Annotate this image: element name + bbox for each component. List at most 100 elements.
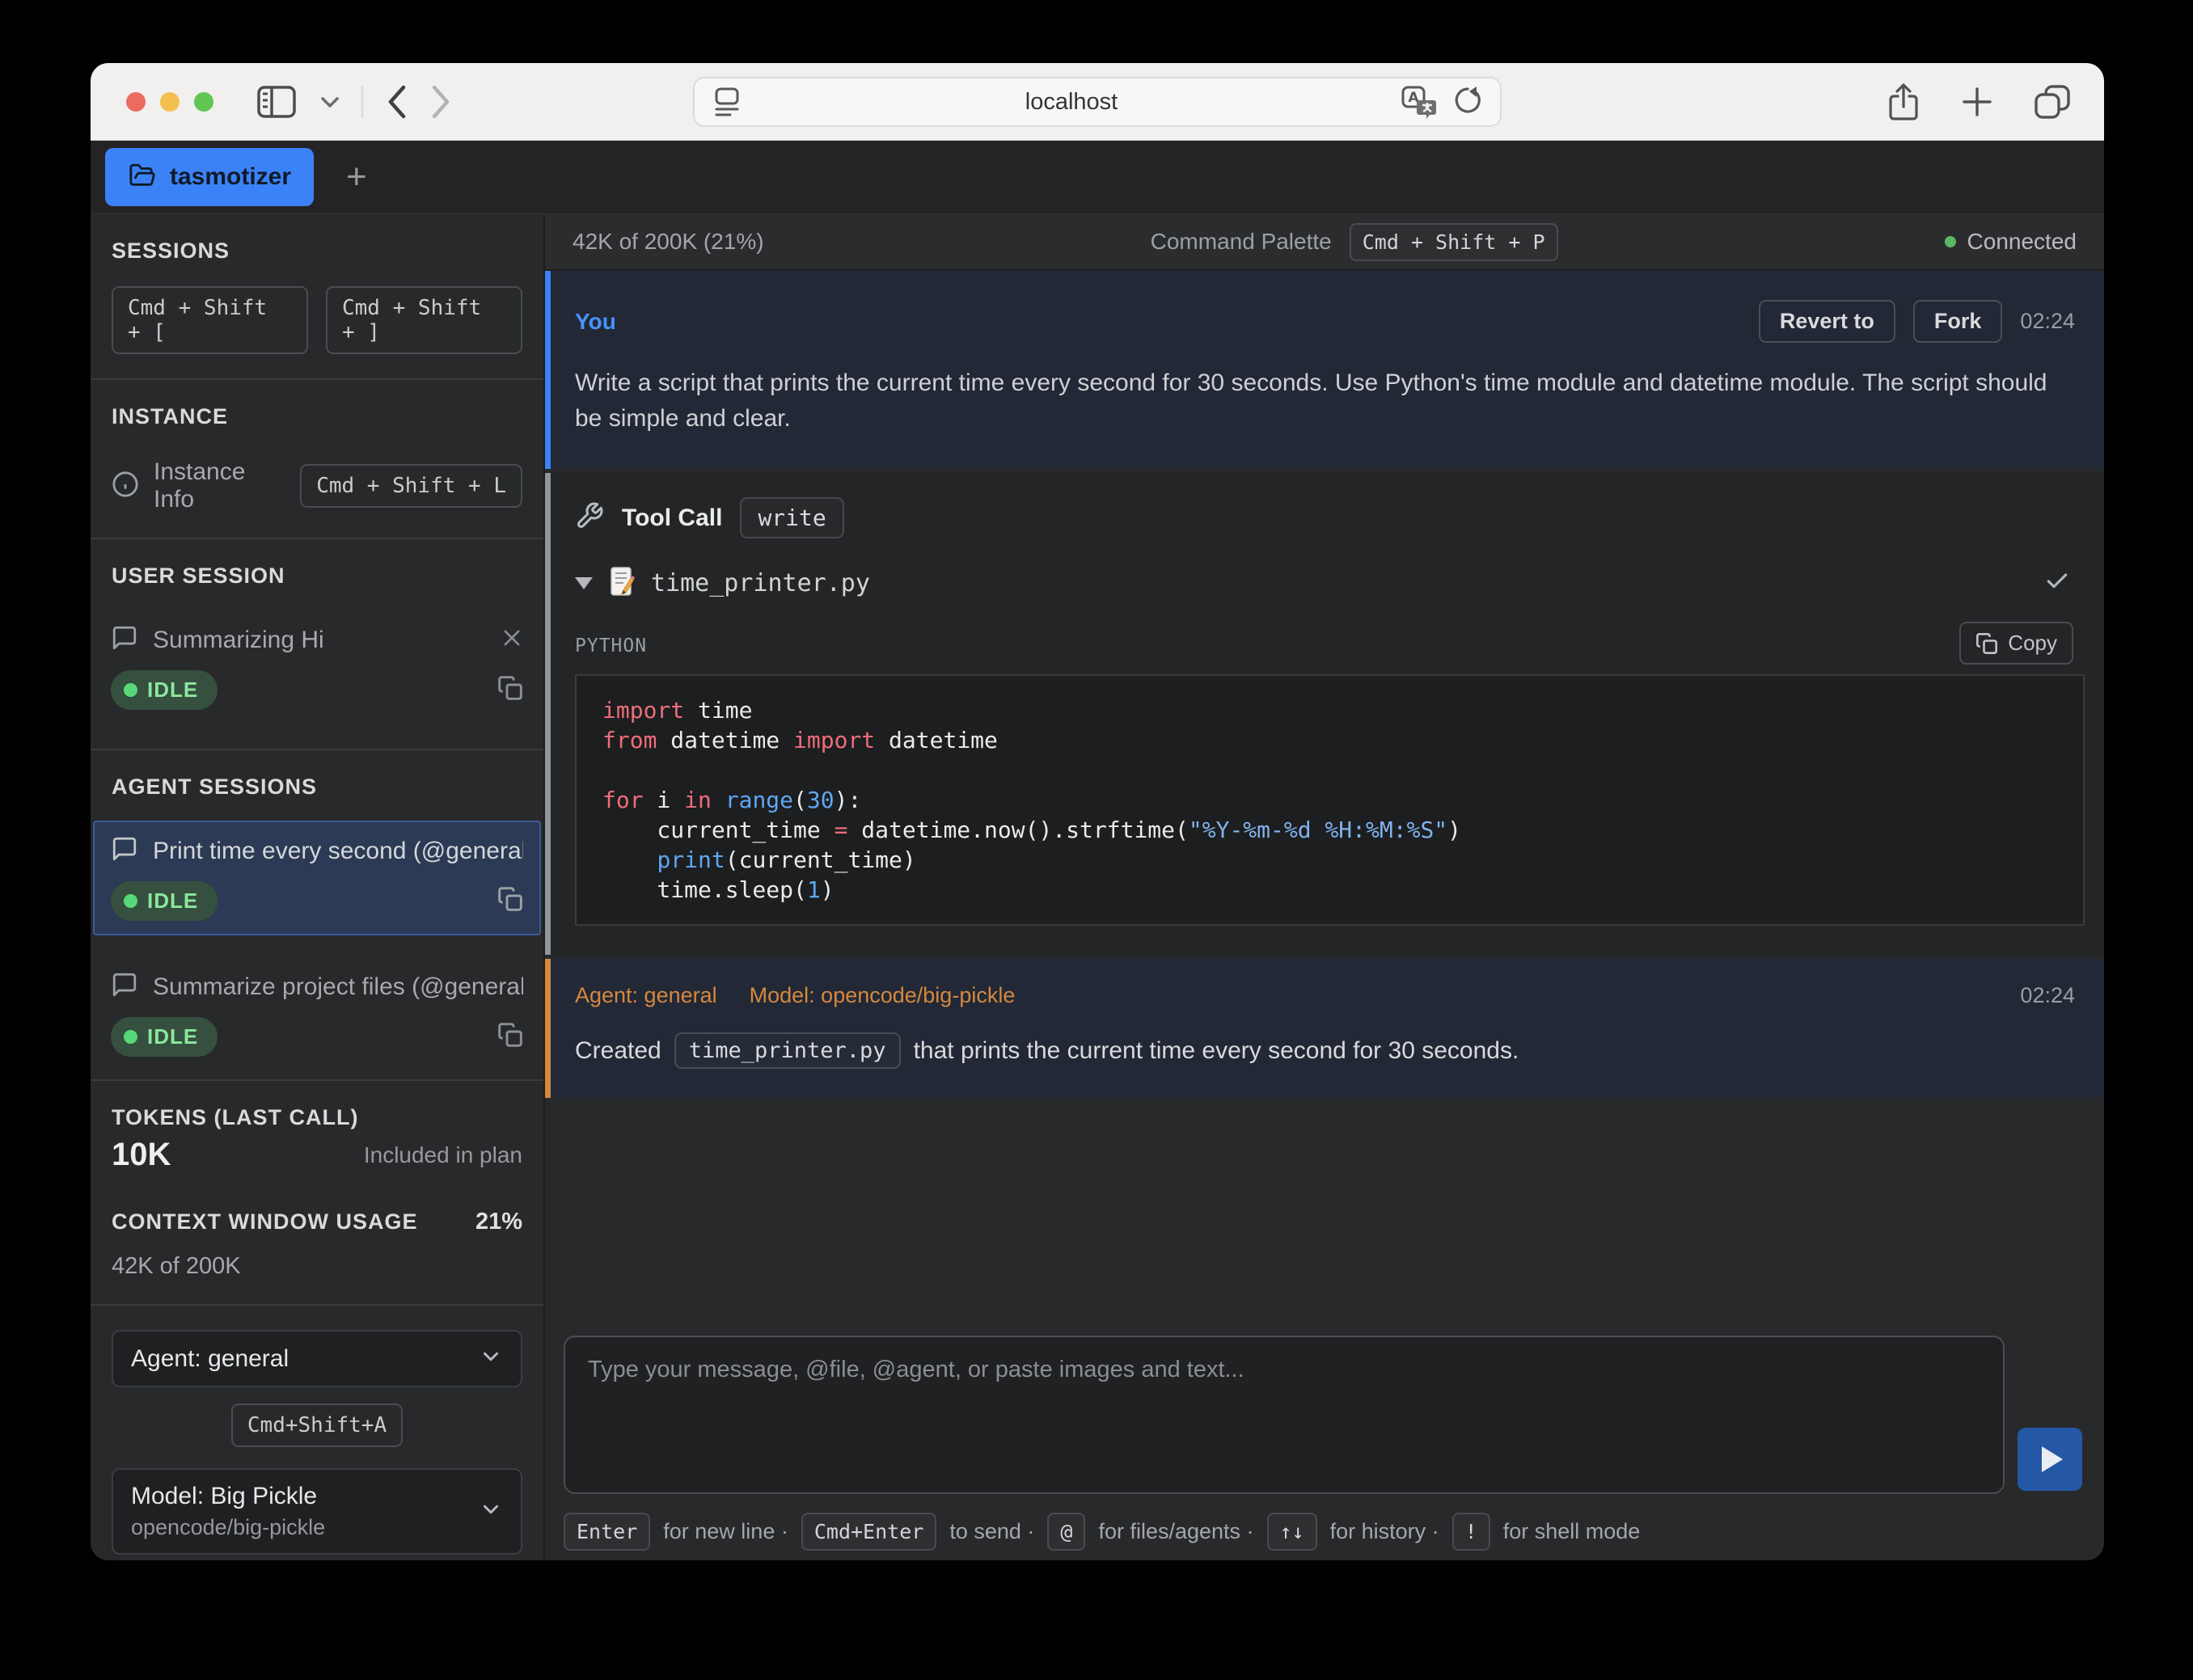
message-input[interactable]: Type your message, @file, @agent, or pas… [564,1336,2005,1494]
fork-button[interactable]: Fork [1913,300,2003,343]
enter-kbd: Enter [564,1513,650,1551]
tokens-section: TOKENS (LAST CALL) 10K Included in plan … [91,1079,543,1304]
info-icon [112,471,139,502]
minimize-window-button[interactable] [160,92,180,112]
sidebar: SESSIONS Cmd + Shift + [ Cmd + Shift + ]… [91,214,545,1560]
zoom-window-button[interactable] [194,92,213,112]
screen: localhost A [0,0,2193,1680]
selectors-section: Agent: general Cmd+Shift+A Model: Big Pi… [91,1304,543,1560]
model-name: Model: opencode/big-pickle [750,983,1016,1008]
context-usage-text: 42K of 200K (21%) [573,229,764,255]
tab-tasmotizer[interactable]: tasmotizer [105,148,314,206]
message-time: 02:24 [2020,309,2075,334]
content: SESSIONS Cmd + Shift + [ Cmd + Shift + ]… [91,214,2104,1560]
tokens-note: Included in plan [364,1142,522,1168]
command-palette[interactable]: Command Palette Cmd + Shift + P [1151,223,1558,261]
collapse-triangle-icon[interactable] [575,577,593,589]
connection-status: Connected [1945,229,2077,255]
session-title[interactable]: Summarizing Hi [153,627,486,654]
main-topbar: 42K of 200K (21%) Command Palette Cmd + … [545,214,2104,271]
agent-select[interactable]: Agent: general [112,1330,522,1387]
chrome-nav [256,81,454,123]
next-session-kbd: Cmd + Shift + ] [326,286,522,354]
main-panel: 42K of 200K (21%) Command Palette Cmd + … [545,214,2104,1560]
sidebar-chevron-down-icon[interactable] [319,95,340,109]
folder-open-icon [128,162,157,193]
agent-sessions-header: AGENT SESSIONS [112,775,522,800]
model-select-sub: opencode/big-pickle [131,1515,479,1540]
history-kbd: ↑↓ [1267,1513,1317,1551]
context-header: CONTEXT WINDOW USAGE [112,1209,418,1235]
idle-dot [124,1030,137,1044]
message-author: You [575,309,616,335]
code-language-label: PYTHON [575,635,647,665]
tab-label: tasmotizer [170,163,291,191]
check-icon [2044,568,2070,598]
file-row[interactable]: time_printer.py [575,566,2085,601]
chat-bubble-icon [111,624,138,656]
revert-button[interactable]: Revert to [1759,300,1895,343]
user-session-header: USER SESSION [112,564,522,589]
back-button[interactable] [384,83,408,120]
copy-code-button[interactable]: Copy [1959,622,2073,665]
forward-button[interactable] [429,83,454,120]
new-tab-icon[interactable] [1960,85,1994,119]
agent-select-kbd: Cmd+Shift+A [231,1404,403,1447]
reader-icon[interactable] [711,85,743,119]
prev-session-kbd: Cmd + Shift + [ [112,286,308,354]
send-icon [2042,1446,2063,1472]
message-time: 02:24 [2020,983,2075,1008]
sessions-section: SESSIONS Cmd + Shift + [ Cmd + Shift + ] [91,214,543,378]
chrome-separator [361,86,363,118]
session-title[interactable]: Print time every second (@general su... [153,838,523,865]
file-chip[interactable]: time_printer.py [674,1032,901,1069]
user-session-section: USER SESSION Summarizing Hi [91,538,543,749]
agent-select-label: Agent: general [131,1345,479,1373]
url-text[interactable]: localhost [743,89,1400,116]
instance-info-kbd: Cmd + Shift + L [300,464,522,508]
translate-icon[interactable]: A [1400,84,1437,120]
browser-chrome: localhost A [91,63,2104,141]
user-message: You Revert to Fork 02:24 Write a script … [545,271,2104,469]
share-icon[interactable] [1886,82,1921,122]
close-icon[interactable] [501,627,523,653]
agent-message-text: Created time_printer.py that prints the … [575,1032,2075,1069]
chevron-down-icon [479,1344,503,1373]
chat-bubble-icon [111,835,138,867]
copy-session-icon[interactable] [497,1022,523,1052]
sidebar-toggle-icon[interactable] [256,84,298,120]
app-tab-bar: tasmotizer + [91,141,2104,214]
copy-session-icon[interactable] [497,675,523,705]
close-window-button[interactable] [126,92,146,112]
instance-header: INSTANCE [112,404,522,429]
copy-session-icon[interactable] [497,886,523,916]
composer: Type your message, @file, @agent, or pas… [545,1323,2104,1560]
list-item-agent-session-0[interactable]: Print time every second (@general su... … [93,821,541,935]
chat-area: You Revert to Fork 02:24 Write a script … [545,271,2104,1323]
tokens-value: 10K [112,1137,171,1173]
instance-info-label[interactable]: Instance Info [154,458,285,513]
list-item-agent-session-1[interactable]: Summarize project files (@general sub...… [93,956,541,1071]
chat-bubble-icon [111,971,138,1003]
instance-section: INSTANCE Instance Info Cmd + Shift + L [91,378,543,538]
code-block: import timefrom datetime import datetime… [575,674,2085,926]
at-kbd: @ [1047,1513,1085,1551]
wrench-icon [575,501,604,534]
list-item-user-session[interactable]: Summarizing Hi IDLE [93,610,541,724]
status-badge: IDLE [111,881,218,921]
address-bar[interactable]: localhost A [693,77,1502,127]
composer-hints: Enter for new line · Cmd+Enter to send ·… [564,1512,2082,1551]
model-select[interactable]: Model: Big Pickle opencode/big-pickle [112,1468,522,1555]
reload-icon[interactable] [1451,85,1484,119]
add-tab-button[interactable]: + [346,159,367,195]
send-button[interactable] [2018,1428,2082,1491]
message-text: Write a script that prints the current t… [575,365,2075,437]
tool-call-panel: Tool Call write time_printer.py [545,473,2104,955]
command-palette-kbd: Cmd + Shift + P [1350,223,1558,261]
chevron-down-icon [479,1497,503,1526]
session-title[interactable]: Summarize project files (@general sub... [153,973,523,1001]
agent-message: Agent: general Model: opencode/big-pickl… [545,959,2104,1098]
tab-overview-icon[interactable] [2033,83,2072,120]
chrome-actions [1886,81,2072,123]
code-lines: import timefrom datetime import datetime… [602,695,2057,905]
